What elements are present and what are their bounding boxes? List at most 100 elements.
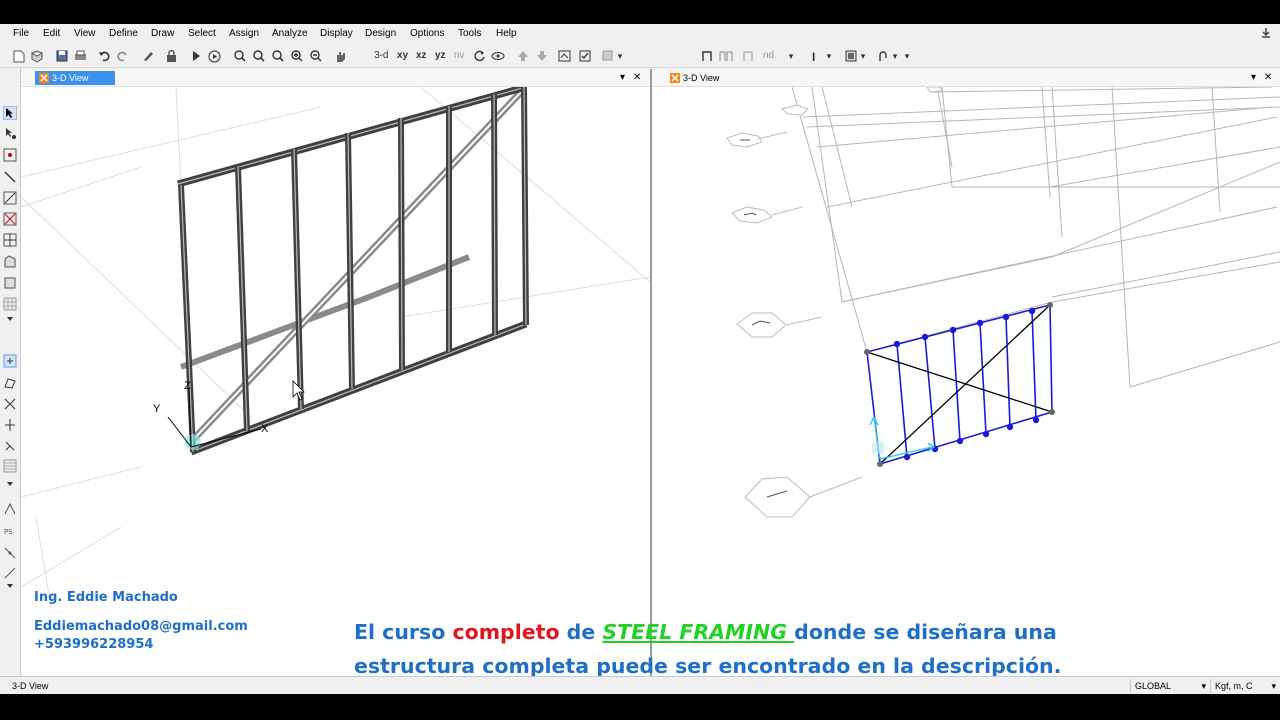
- menu-help[interactable]: Help: [496, 28, 517, 39]
- select-icon[interactable]: [3, 354, 17, 368]
- sidebar-more-3-icon[interactable]: [3, 582, 17, 590]
- snap-line-icon[interactable]: [3, 566, 17, 580]
- quick-draw-frame-icon[interactable]: [3, 191, 17, 205]
- left-model-canvas[interactable]: Y Z X: [21, 87, 650, 676]
- left-pane-close-icon[interactable]: ✕: [633, 72, 641, 83]
- snap-midpoint-icon[interactable]: [3, 546, 17, 560]
- view-yz-button[interactable]: yz: [435, 50, 446, 61]
- right-pane-dropdown-icon[interactable]: ▾: [1251, 72, 1256, 83]
- menu-display[interactable]: Display: [320, 28, 353, 39]
- sidebar-more-icon[interactable]: [3, 315, 17, 323]
- undo-icon[interactable]: [96, 49, 111, 63]
- select-all-icon[interactable]: [3, 418, 17, 432]
- clear-selection-icon[interactable]: [3, 459, 17, 473]
- print-icon[interactable]: [73, 49, 88, 63]
- right-model-canvas[interactable]: [652, 87, 1280, 676]
- frame-icon[interactable]: [699, 49, 714, 63]
- shadow-dropdown-icon[interactable]: ▾: [615, 49, 625, 63]
- zoom-extents-icon[interactable]: [270, 49, 285, 63]
- right-pane-titlebar: 3-D View ▾ ✕: [652, 69, 1280, 87]
- move-up-icon[interactable]: [515, 49, 530, 63]
- pencil-icon[interactable]: [140, 49, 155, 63]
- left-3d-view-pane[interactable]: 3-D View ▾ ✕ Y Z X: [21, 69, 650, 676]
- menu-assign[interactable]: Assign: [229, 28, 259, 39]
- sidebar-more-2-icon[interactable]: [3, 480, 17, 488]
- left-pane-tab[interactable]: 3-D View: [35, 71, 115, 85]
- message-highlight: completo: [452, 620, 560, 644]
- coord-system-select[interactable]: GLOBAL ▾: [1130, 679, 1210, 693]
- status-bar: 3-D View GLOBAL ▾ Kgf, m, C ▾: [0, 676, 1280, 694]
- display-options-icon[interactable]: [557, 49, 572, 63]
- view-nv-button[interactable]: nv: [454, 50, 465, 61]
- rotate-icon[interactable]: [472, 49, 487, 63]
- draw-joint-icon[interactable]: [3, 148, 17, 162]
- text-tool-dropdown-icon[interactable]: ▾: [824, 49, 834, 63]
- course-message: El curso completo de STEEL FRAMING donde…: [354, 615, 1114, 683]
- area-icon[interactable]: [843, 49, 858, 63]
- right-pane-tab[interactable]: 3-D View: [666, 71, 746, 85]
- zoom-window-icon[interactable]: [232, 49, 247, 63]
- menu-design[interactable]: Design: [365, 28, 396, 39]
- lock-icon[interactable]: [164, 49, 179, 63]
- new-model-icon[interactable]: [11, 49, 26, 63]
- shadow-icon[interactable]: [601, 49, 616, 63]
- more-dropdown-icon[interactable]: ▾: [902, 49, 912, 63]
- download-icon[interactable]: [1260, 27, 1272, 39]
- link-dropdown-icon[interactable]: ▾: [890, 49, 900, 63]
- units-dropdown-icon: ▾: [1271, 680, 1276, 691]
- link-icon[interactable]: [875, 49, 890, 63]
- refresh-view-icon[interactable]: [577, 49, 592, 63]
- perspective-icon[interactable]: [490, 49, 505, 63]
- units-select[interactable]: Kgf, m, C ▾: [1210, 679, 1280, 693]
- draw-poly-area-icon[interactable]: [3, 255, 17, 269]
- get-previous-icon[interactable]: [3, 439, 17, 453]
- menu-view[interactable]: View: [74, 28, 96, 39]
- view-xz-button[interactable]: xz: [416, 50, 427, 61]
- template-icon[interactable]: [29, 49, 44, 63]
- right-pane-close-icon[interactable]: ✕: [1264, 72, 1272, 83]
- status-view-name: 3-D View: [12, 681, 49, 691]
- intersecting-line-icon[interactable]: [3, 397, 17, 411]
- view-xy-button[interactable]: xy: [397, 50, 408, 61]
- run-analysis-icon[interactable]: [188, 49, 203, 63]
- menu-tools[interactable]: Tools: [458, 28, 481, 39]
- text-tool-button[interactable]: I: [812, 50, 815, 64]
- save-icon[interactable]: [54, 49, 69, 63]
- quick-draw-secondary-icon[interactable]: [3, 233, 17, 247]
- menu-draw[interactable]: Draw: [151, 28, 174, 39]
- snap-ps-icon[interactable]: PS: [3, 524, 17, 538]
- quick-draw-brace-icon[interactable]: [3, 212, 17, 226]
- left-pane-dropdown-icon[interactable]: ▾: [620, 72, 625, 83]
- menu-select[interactable]: Select: [188, 28, 216, 39]
- move-down-icon[interactable]: [534, 49, 549, 63]
- svg-text:PS: PS: [4, 528, 13, 536]
- reshape-icon[interactable]: [3, 126, 17, 140]
- zoom-in-icon[interactable]: [289, 49, 304, 63]
- menu-edit[interactable]: Edit: [43, 28, 60, 39]
- select-polygon-icon[interactable]: [3, 376, 17, 390]
- zoom-out-icon[interactable]: [308, 49, 323, 63]
- author-email: Eddiemachado08@gmail.com: [34, 619, 248, 634]
- area-dropdown-icon[interactable]: ▾: [858, 49, 868, 63]
- axis-y-label: Y: [153, 403, 161, 415]
- quick-draw-area-icon[interactable]: [3, 297, 17, 311]
- frame-labels-icon[interactable]: [718, 49, 733, 63]
- nd-button[interactable]: nd: [763, 50, 774, 61]
- redo-icon[interactable]: [115, 49, 130, 63]
- view-3d-button[interactable]: 3-d: [374, 50, 388, 61]
- menu-analyze[interactable]: Analyze: [272, 28, 308, 39]
- draw-frame-icon[interactable]: [3, 170, 17, 184]
- snap-all-icon[interactable]: [3, 502, 17, 516]
- author-name: Ing. Eddie Machado: [34, 590, 178, 605]
- right-3d-view-pane[interactable]: 3-D View ▾ ✕: [652, 69, 1280, 676]
- draw-rect-area-icon[interactable]: [3, 276, 17, 290]
- menu-file[interactable]: File: [13, 28, 29, 39]
- shell-labels-icon[interactable]: [740, 49, 755, 63]
- zoom-restore-icon[interactable]: [251, 49, 266, 63]
- run-now-icon[interactable]: [207, 49, 222, 63]
- menu-define[interactable]: Define: [109, 28, 138, 39]
- pointer-icon[interactable]: [3, 106, 17, 120]
- pan-icon[interactable]: [332, 49, 347, 63]
- menu-options[interactable]: Options: [410, 28, 444, 39]
- nd-dropdown-icon[interactable]: ▾: [786, 49, 796, 63]
